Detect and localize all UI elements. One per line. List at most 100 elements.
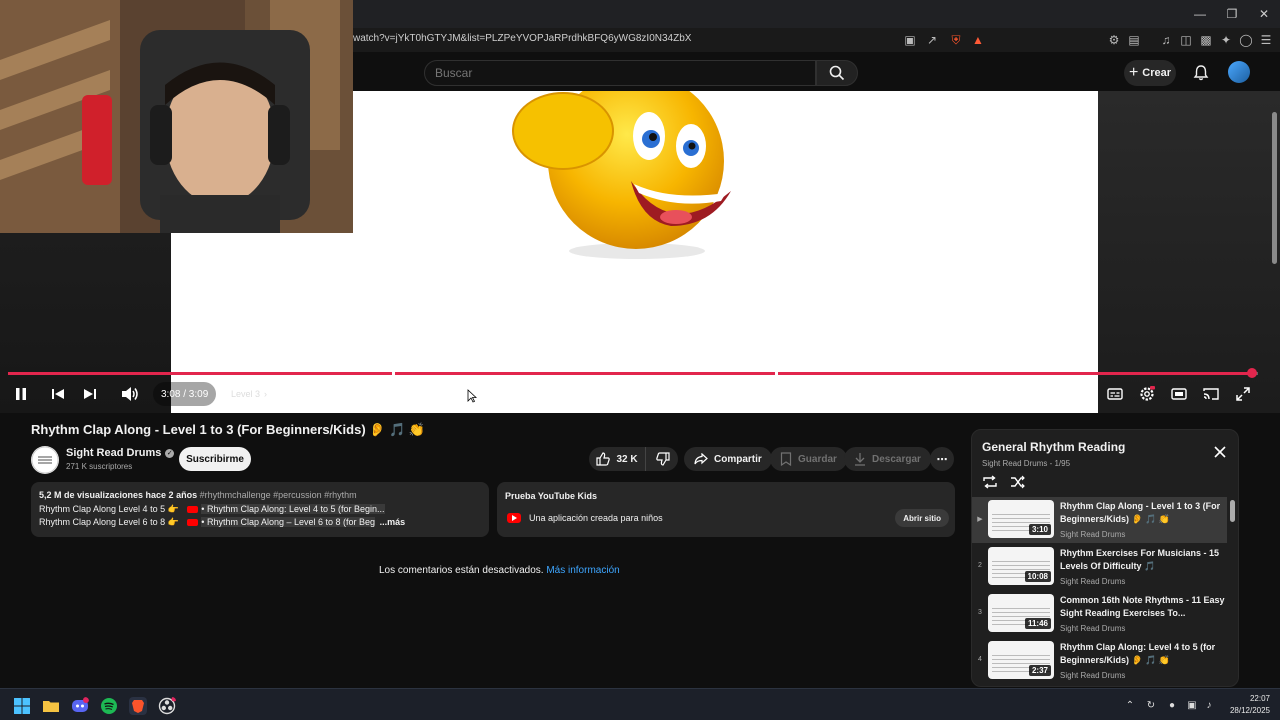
playlist-video-title[interactable]: Common 16th Note Rhythms - 11 Easy Sight… <box>1060 594 1225 620</box>
channel-name-text[interactable]: Sight Read Drums <box>66 447 161 459</box>
microphone-icon[interactable]: ● <box>1166 699 1178 711</box>
video-thumbnail[interactable]: 10:08 <box>988 547 1054 585</box>
taskbar-clock[interactable]: 22:07 28/12/2025 <box>1230 693 1270 717</box>
video-duration: 11:46 <box>1024 618 1051 629</box>
download-button[interactable]: Descargar <box>844 447 931 471</box>
close-window-icon[interactable]: ✕ <box>1248 0 1280 28</box>
share-label: Compartir <box>714 453 762 465</box>
playlist-scrollbar[interactable] <box>1230 500 1235 522</box>
shuffle-icon[interactable] <box>1010 475 1026 489</box>
url-text[interactable]: watch?v=jYkT0hGTYJM&list=PLZPeYVOPJaRPrd… <box>353 33 691 44</box>
video-thumbnail[interactable]: 2:37 <box>988 641 1054 679</box>
previous-button[interactable] <box>47 384 69 404</box>
playlist-video-title[interactable]: Rhythm Clap Along - Level 1 to 3 (For Be… <box>1060 500 1225 526</box>
window-controls: — ❐ ✕ <box>1184 0 1280 28</box>
obs-icon[interactable] <box>158 697 176 715</box>
search-button[interactable] <box>816 60 858 86</box>
menu-icon[interactable]: ☰ <box>1258 32 1274 48</box>
share-button[interactable]: Compartir <box>684 447 772 471</box>
playlist-item-index: 3 <box>978 609 982 616</box>
sidebar-icon[interactable]: ◫ <box>1178 32 1194 48</box>
playlist-item[interactable]: 3 11:46 Common 16th Note Rhythms - 11 Ea… <box>972 591 1227 637</box>
chapter-button[interactable]: Level 3 › <box>221 382 278 406</box>
settings-button[interactable] <box>1136 384 1158 404</box>
spotify-icon[interactable] <box>100 697 118 715</box>
description-video-link[interactable]: • Rhythm Clap Along: Level 4 to 5 (for B… <box>201 504 385 514</box>
playlist-title[interactable]: General Rhythm Reading <box>982 440 1125 454</box>
progress-bar[interactable] <box>8 368 1258 378</box>
theater-mode-button[interactable] <box>1168 384 1190 404</box>
subtitles-button[interactable] <box>1104 384 1126 404</box>
windows-start-icon[interactable] <box>13 697 31 715</box>
cast-button[interactable] <box>1200 384 1222 404</box>
screen-cast-icon[interactable]: ▣ <box>902 32 918 48</box>
show-more-link[interactable]: ...más <box>380 517 406 527</box>
tray-chevron-up-icon[interactable]: ⌃ <box>1124 699 1136 711</box>
minimize-icon[interactable]: — <box>1184 0 1216 28</box>
next-button[interactable] <box>79 384 101 404</box>
playlist-video-title[interactable]: Rhythm Clap Along: Level 4 to 5 (for Beg… <box>1060 641 1225 667</box>
leo-ai-icon[interactable]: ✦ <box>1218 32 1234 48</box>
create-button[interactable]: + Crear <box>1124 60 1176 86</box>
page-scrollbar[interactable] <box>1272 112 1277 264</box>
save-label: Guardar <box>798 453 837 465</box>
open-site-button[interactable]: Abrir sitio <box>895 509 949 527</box>
user-avatar[interactable] <box>1228 61 1250 83</box>
channel-name[interactable]: Sight Read Drums ✓ <box>66 447 175 459</box>
video-duration: 3:10 <box>1028 524 1051 535</box>
vpn-icon[interactable]: ◯ <box>1238 32 1254 48</box>
youtube-kids-promo: Prueba YouTube Kids Una aplicación cread… <box>497 482 955 537</box>
extensions-icon[interactable]: ⚙ <box>1106 32 1122 48</box>
webcam-overlay <box>0 0 353 233</box>
network-icon[interactable]: ▣ <box>1186 699 1198 711</box>
progress-scrubber[interactable] <box>1246 368 1257 378</box>
notifications-bell-icon[interactable] <box>1192 64 1210 82</box>
dislike-button[interactable] <box>647 447 678 471</box>
subscriber-count: 271 K suscriptores <box>66 462 133 471</box>
description-box[interactable]: 5,2 M de visualizaciones hace 2 años #rh… <box>31 482 489 537</box>
video-thumbnail[interactable]: 11:46 <box>988 594 1054 632</box>
playlist-item[interactable]: 4 2:37 Rhythm Clap Along: Level 4 to 5 (… <box>972 638 1227 684</box>
playlist-video-title[interactable]: Rhythm Exercises For Musicians - 15 Leve… <box>1060 547 1225 573</box>
description-text: Rhythm Clap Along Level 6 to 8 👉 <box>39 517 179 527</box>
tray-sync-icon[interactable]: ↻ <box>1145 699 1157 711</box>
more-actions-button[interactable]: ⋯ <box>930 447 954 471</box>
volume-button[interactable] <box>119 384 141 404</box>
tab-search-icon[interactable]: ▤ <box>1126 32 1142 48</box>
subscribe-button[interactable]: Suscribirme <box>179 447 251 471</box>
close-playlist-icon[interactable] <box>1213 445 1227 459</box>
like-button[interactable]: 32 K <box>589 447 646 471</box>
media-icon[interactable]: ♫ <box>1158 32 1174 48</box>
channel-avatar[interactable] <box>31 446 59 474</box>
playlist-item-index: ▶ <box>977 516 983 523</box>
description-stats-line: 5,2 M de visualizaciones hace 2 años #rh… <box>39 490 357 500</box>
description-video-link[interactable]: • Rhythm Clap Along – Level 6 to 8 (for … <box>201 517 376 527</box>
share-icon <box>694 453 708 465</box>
brave-browser-icon[interactable] <box>129 697 147 715</box>
brave-rewards-icon[interactable]: ▲ <box>970 32 986 48</box>
hashtags[interactable]: #rhythmchallenge #percussion #rhythm <box>197 490 357 500</box>
windows-taskbar: ⌃ ↻ ● ▣ ♪ 22:07 28/12/2025 <box>0 688 1280 720</box>
subtitles-icon <box>1107 388 1123 400</box>
restore-icon[interactable]: ❐ <box>1216 0 1248 28</box>
playlist-item[interactable]: ▶ 3:10 Rhythm Clap Along - Level 1 to 3 … <box>972 497 1227 543</box>
video-player[interactable]: 3:08 / 3:09 Level 3 › <box>0 0 1280 413</box>
discord-icon[interactable] <box>71 697 89 715</box>
loop-icon[interactable] <box>982 475 998 489</box>
create-label: Crear <box>1142 67 1172 79</box>
brave-shield-icon[interactable]: ⛨ <box>948 32 964 48</box>
save-button[interactable]: Guardar <box>770 447 847 471</box>
wallet-icon[interactable]: ▩ <box>1198 32 1214 48</box>
speaker-icon[interactable]: ♪ <box>1203 699 1215 711</box>
video-thumbnail[interactable]: 3:10 <box>988 500 1054 538</box>
share-page-icon[interactable]: ↗ <box>924 32 940 48</box>
pause-button[interactable] <box>10 384 32 404</box>
search-box[interactable] <box>424 60 816 86</box>
file-explorer-icon[interactable] <box>42 697 60 715</box>
fullscreen-icon <box>1236 387 1250 401</box>
fullscreen-button[interactable] <box>1232 384 1254 404</box>
search-input[interactable] <box>425 61 815 85</box>
more-info-link[interactable]: Más información <box>546 565 619 576</box>
playlist-item[interactable]: 2 10:08 Rhythm Exercises For Musicians -… <box>972 544 1227 590</box>
playlist-item-index: 2 <box>978 562 982 569</box>
